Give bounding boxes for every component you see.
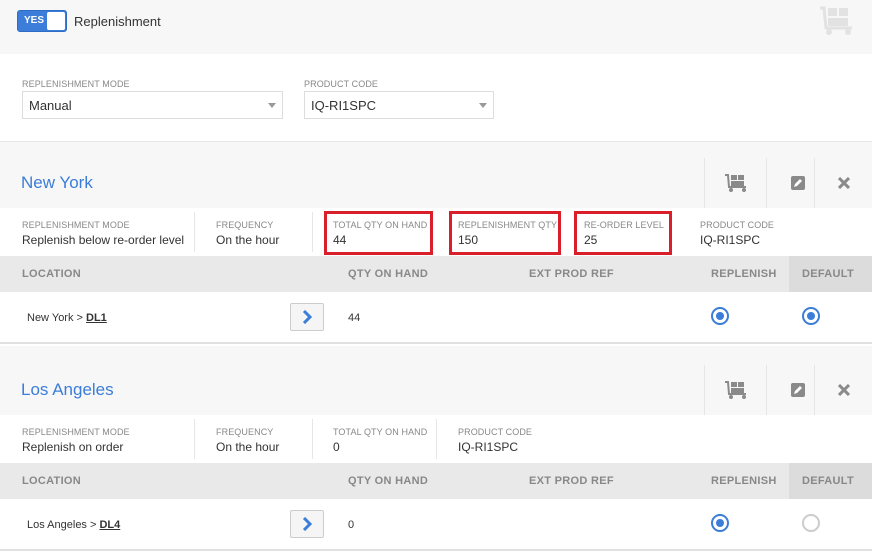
summary-value: On the hour	[216, 440, 280, 454]
summary-label: TOTAL QTY ON HAND	[333, 427, 428, 437]
cart-icon	[724, 381, 746, 399]
location-card-los-angeles: Los Angeles REPLENISHMENT MODE Replenish…	[0, 365, 872, 560]
summary-label: PRODUCT CODE	[700, 220, 775, 230]
column-header-ext-ref: EXT PROD REF	[529, 475, 614, 487]
top-bar: YES Replenishment	[0, 0, 872, 54]
default-radio[interactable]	[802, 514, 820, 532]
remove-button[interactable]	[814, 158, 872, 208]
summary-value: 0	[333, 440, 340, 454]
divider	[312, 419, 313, 459]
summary-product-code: PRODUCT CODE IQ-RI1SPC	[458, 415, 558, 463]
highlight-box	[449, 211, 561, 255]
remove-button[interactable]	[814, 365, 872, 415]
summary-value: Replenish below re-order level	[22, 233, 185, 247]
product-code-select[interactable]: IQ-RI1SPC	[304, 91, 494, 119]
close-icon	[837, 384, 850, 396]
cart-icon	[724, 174, 746, 192]
summary-label: REPLENISHMENT MODE	[22, 427, 130, 437]
summary-label: FREQUENCY	[216, 220, 274, 230]
summary-label: PRODUCT CODE	[458, 427, 533, 437]
table-row: Los Angeles > DL4 0	[0, 499, 872, 551]
location-summary: REPLENISHMENT MODE Replenish on order FR…	[0, 415, 872, 463]
location-title: Los Angeles	[21, 380, 114, 399]
column-header-replenish: REPLENISH	[711, 268, 777, 280]
column-header-replenish: REPLENISH	[711, 475, 777, 487]
chevron-right-icon	[302, 517, 312, 531]
cart-icon	[818, 6, 856, 41]
summary-mode: REPLENISHMENT MODE Replenish on order	[22, 415, 192, 463]
column-header-default: DEFAULT	[802, 268, 855, 280]
summary-frequency: FREQUENCY On the hour	[216, 415, 316, 463]
summary-value: Replenish on order	[22, 440, 124, 454]
replenish-radio[interactable]	[711, 514, 729, 532]
column-header-location: LOCATION	[22, 268, 82, 280]
location-card-new-york: New York REPLENISHMENT MODE Replenish be…	[0, 158, 872, 346]
column-header-qty: QTY ON HAND	[348, 268, 429, 280]
location-path: Los Angeles > DL4	[27, 519, 120, 531]
default-radio[interactable]	[802, 307, 820, 325]
column-header-qty: QTY ON HAND	[348, 475, 429, 487]
divider	[436, 419, 437, 459]
divider	[194, 419, 195, 459]
highlight-box	[574, 211, 672, 255]
location-prefix: Los Angeles >	[27, 519, 100, 531]
location-table-header: LOCATION QTY ON HAND EXT PROD REF REPLEN…	[0, 256, 872, 292]
edit-icon	[790, 383, 805, 397]
table-row: New York > DL1 44	[0, 292, 872, 344]
qty-on-hand: 0	[348, 519, 355, 531]
summary-value: On the hour	[216, 233, 280, 247]
card-header: Los Angeles	[0, 365, 872, 415]
location-prefix: New York >	[27, 312, 87, 324]
replenish-radio[interactable]	[711, 307, 729, 325]
summary-value: IQ-RI1SPC	[458, 440, 519, 454]
location-link[interactable]: DL4	[99, 519, 120, 531]
column-header-ext-ref: EXT PROD REF	[529, 268, 614, 280]
location-summary: REPLENISHMENT MODE Replenish below re-or…	[0, 208, 872, 256]
divider	[194, 212, 195, 252]
card-header: New York	[0, 158, 872, 208]
location-path: New York > DL1	[27, 312, 107, 324]
edit-icon	[790, 176, 805, 190]
mode-select-value: Manual	[29, 98, 72, 113]
toggle-knob	[47, 12, 65, 30]
qty-on-hand: 44	[348, 312, 361, 324]
product-select-value: IQ-RI1SPC	[311, 98, 377, 113]
summary-label: REPLENISHMENT MODE	[22, 220, 130, 230]
replenishment-mode-select[interactable]: Manual	[22, 91, 283, 119]
summary-value: IQ-RI1SPC	[700, 233, 761, 247]
summary-total-qty: TOTAL QTY ON HAND 0	[333, 415, 433, 463]
highlight-box	[324, 211, 433, 255]
replenish-cart-button[interactable]	[704, 365, 766, 415]
summary-label: FREQUENCY	[216, 427, 274, 437]
expand-button[interactable]	[290, 303, 324, 331]
divider	[312, 212, 313, 252]
expand-button[interactable]	[290, 510, 324, 538]
chevron-down-icon	[268, 103, 276, 108]
location-title: New York	[21, 173, 93, 192]
replenishment-toggle[interactable]: YES	[17, 10, 67, 32]
summary-frequency: FREQUENCY On the hour	[216, 208, 316, 256]
toggle-label: Replenishment	[74, 14, 161, 29]
chevron-right-icon	[302, 310, 312, 324]
mode-select-label: REPLENISHMENT MODE	[22, 79, 130, 89]
replenish-cart-button[interactable]	[704, 158, 766, 208]
column-header-default: DEFAULT	[802, 475, 855, 487]
column-header-location: LOCATION	[22, 475, 82, 487]
product-select-label: PRODUCT CODE	[304, 79, 379, 89]
location-table-header: LOCATION QTY ON HAND EXT PROD REF REPLEN…	[0, 463, 872, 499]
chevron-down-icon	[479, 103, 487, 108]
toggle-state-label: YES	[24, 15, 45, 26]
summary-mode: REPLENISHMENT MODE Replenish below re-or…	[22, 208, 192, 256]
location-link[interactable]: DL1	[86, 312, 107, 324]
summary-product-code: PRODUCT CODE IQ-RI1SPC	[700, 208, 800, 256]
replenishment-settings: REPLENISHMENT MODE Manual PRODUCT CODE I…	[0, 54, 872, 142]
close-icon	[837, 177, 850, 189]
